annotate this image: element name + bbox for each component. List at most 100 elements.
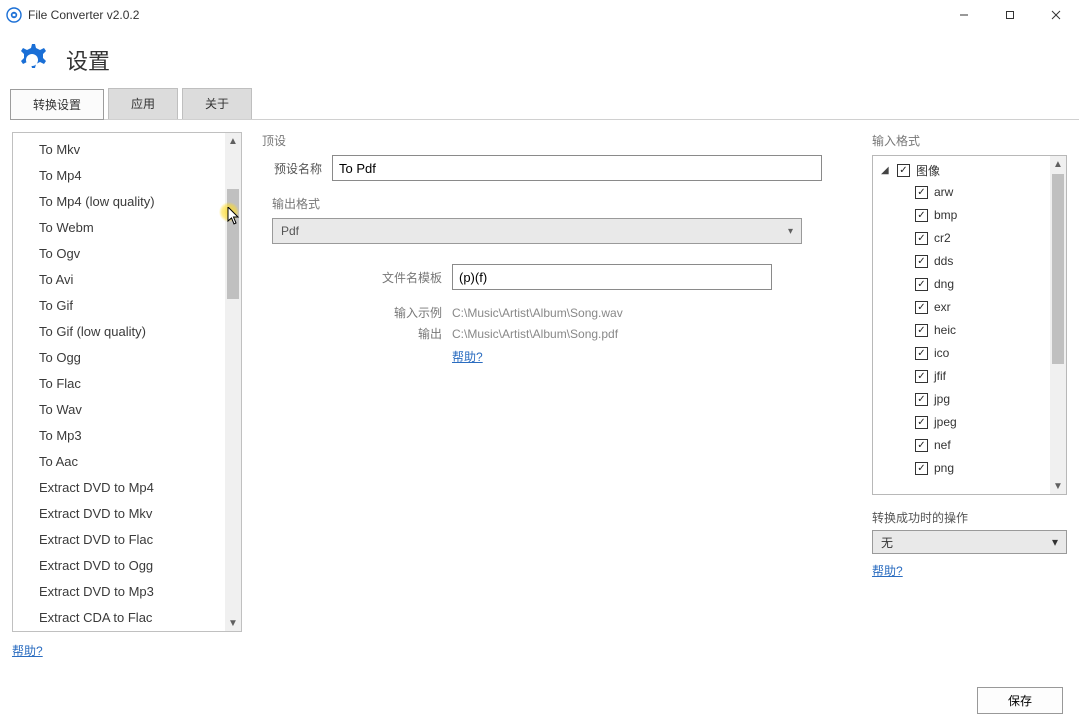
preset-item[interactable]: To Mp3	[13, 423, 225, 449]
preset-list: To MkvTo Mp4To Mp4 (low quality)To WebmT…	[12, 132, 242, 632]
tree-item[interactable]: jpg	[873, 388, 1050, 411]
maximize-button[interactable]	[987, 0, 1033, 30]
preset-item[interactable]: To Flac	[13, 371, 225, 397]
tree-item[interactable]: jfif	[873, 365, 1050, 388]
scroll-thumb[interactable]	[1052, 174, 1064, 364]
tab-conversion-settings[interactable]: 转换设置	[10, 89, 104, 120]
chevron-down-icon: ▾	[788, 226, 793, 237]
preset-item[interactable]: Extract CDA to Flac	[13, 605, 225, 631]
page-header: 设置	[0, 30, 1079, 88]
output-example-label: 输出	[262, 325, 442, 342]
filename-template-input[interactable]	[452, 264, 772, 290]
tree-item[interactable]: heic	[873, 319, 1050, 342]
minimize-button[interactable]	[941, 0, 987, 30]
tree-category-label: 图像	[916, 162, 940, 179]
input-format-tree: ◢ 图像 arw bmp cr2 dds dng exr heic ico jfif jpg jpe…	[872, 155, 1067, 495]
checkbox-heic[interactable]	[915, 324, 928, 337]
output-format-value: Pdf	[281, 224, 299, 238]
checkbox-nef[interactable]	[915, 439, 928, 452]
preset-item[interactable]: To Aac	[13, 449, 225, 475]
tree-item[interactable]: exr	[873, 296, 1050, 319]
output-example-value: C:\Music\Artist\Album\Song.pdf	[452, 327, 618, 341]
preset-scrollbar[interactable]: ▲ ▼	[225, 133, 241, 631]
filename-template-label: 文件名模板	[262, 269, 442, 286]
success-action-select[interactable]: 无 ▾	[872, 530, 1067, 554]
scroll-up-icon[interactable]: ▲	[1050, 156, 1066, 172]
tree-item[interactable]: dds	[873, 250, 1050, 273]
checkbox-ico[interactable]	[915, 347, 928, 360]
tree-item-label: nef	[934, 436, 951, 455]
scroll-thumb[interactable]	[227, 189, 239, 299]
tree-item-label: arw	[934, 183, 953, 202]
input-example-value: C:\Music\Artist\Album\Song.wav	[452, 306, 623, 320]
preset-item[interactable]: Extract DVD to Mkv	[13, 501, 225, 527]
gear-icon	[12, 40, 52, 80]
checkbox-jfif[interactable]	[915, 370, 928, 383]
preset-item[interactable]: To Ogv	[13, 241, 225, 267]
title-bar: File Converter v2.0.2	[0, 0, 1079, 30]
preset-item[interactable]: To Ogg	[13, 345, 225, 371]
tree-item-label: dds	[934, 252, 953, 271]
preset-item[interactable]: To Mp4	[13, 163, 225, 189]
tree-item[interactable]: cr2	[873, 227, 1050, 250]
preset-item[interactable]: To Mkv	[13, 137, 225, 163]
checkbox-jpg[interactable]	[915, 393, 928, 406]
tree-category-images[interactable]: ◢ 图像	[873, 160, 1050, 181]
preset-item[interactable]: To Wav	[13, 397, 225, 423]
preset-item[interactable]: Extract DVD to Mp4	[13, 475, 225, 501]
preset-item[interactable]: To Avi	[13, 267, 225, 293]
tree-item-label: exr	[934, 298, 951, 317]
tab-about[interactable]: 关于	[182, 88, 252, 119]
preset-item[interactable]: Extract DVD to Mp3	[13, 579, 225, 605]
preset-item[interactable]: To Gif (low quality)	[13, 319, 225, 345]
tree-item-label: bmp	[934, 206, 957, 225]
checkbox-cr2[interactable]	[915, 232, 928, 245]
preset-item[interactable]: To Webm	[13, 215, 225, 241]
input-example-label: 输入示例	[262, 304, 442, 321]
tree-item-label: dng	[934, 275, 954, 294]
scroll-down-icon[interactable]: ▼	[225, 615, 241, 631]
tree-expand-icon[interactable]: ◢	[881, 165, 891, 176]
checkbox-exr[interactable]	[915, 301, 928, 314]
tab-application[interactable]: 应用	[108, 88, 178, 119]
scroll-down-icon[interactable]: ▼	[1050, 478, 1066, 494]
checkbox-images-all[interactable]	[897, 164, 910, 177]
tree-item[interactable]: jpeg	[873, 411, 1050, 434]
tree-scrollbar[interactable]: ▲ ▼	[1050, 156, 1066, 494]
scroll-up-icon[interactable]: ▲	[225, 133, 241, 149]
success-action-help-link[interactable]: 帮助?	[872, 562, 903, 579]
checkbox-bmp[interactable]	[915, 209, 928, 222]
success-action-label: 转换成功时的操作	[872, 509, 1067, 526]
checkbox-dng[interactable]	[915, 278, 928, 291]
checkbox-jpeg[interactable]	[915, 416, 928, 429]
preset-name-input[interactable]	[332, 155, 822, 181]
tree-item-label: cr2	[934, 229, 951, 248]
checkbox-arw[interactable]	[915, 186, 928, 199]
output-format-select[interactable]: Pdf ▾	[272, 218, 802, 244]
close-button[interactable]	[1033, 0, 1079, 30]
preset-name-label: 预设名称	[262, 160, 322, 177]
preset-item[interactable]: Extract DVD to Ogg	[13, 553, 225, 579]
output-format-label: 输出格式	[272, 195, 848, 212]
tree-item[interactable]: nef	[873, 434, 1050, 457]
page-title: 设置	[66, 44, 110, 76]
tree-item-label: ico	[934, 344, 949, 363]
preset-item[interactable]: To Mp4 (low quality)	[13, 189, 225, 215]
template-help-link[interactable]: 帮助?	[452, 348, 483, 365]
save-button[interactable]: 保存	[977, 687, 1063, 714]
tree-item[interactable]: arw	[873, 181, 1050, 204]
tree-item-label: jpg	[934, 390, 950, 409]
tree-item[interactable]: bmp	[873, 204, 1050, 227]
preset-item[interactable]: To Gif	[13, 293, 225, 319]
preset-item[interactable]: Extract DVD to Flac	[13, 527, 225, 553]
preset-section-label: 顶设	[262, 132, 848, 149]
window-title: File Converter v2.0.2	[28, 8, 139, 22]
checkbox-dds[interactable]	[915, 255, 928, 268]
tree-item[interactable]: ico	[873, 342, 1050, 365]
tree-item[interactable]: png	[873, 457, 1050, 480]
tree-item[interactable]: dng	[873, 273, 1050, 296]
tab-bar: 转换设置 应用 关于	[10, 88, 1079, 120]
input-format-label: 输入格式	[872, 132, 1067, 149]
presets-help-link[interactable]: 帮助?	[12, 642, 43, 659]
checkbox-png[interactable]	[915, 462, 928, 475]
